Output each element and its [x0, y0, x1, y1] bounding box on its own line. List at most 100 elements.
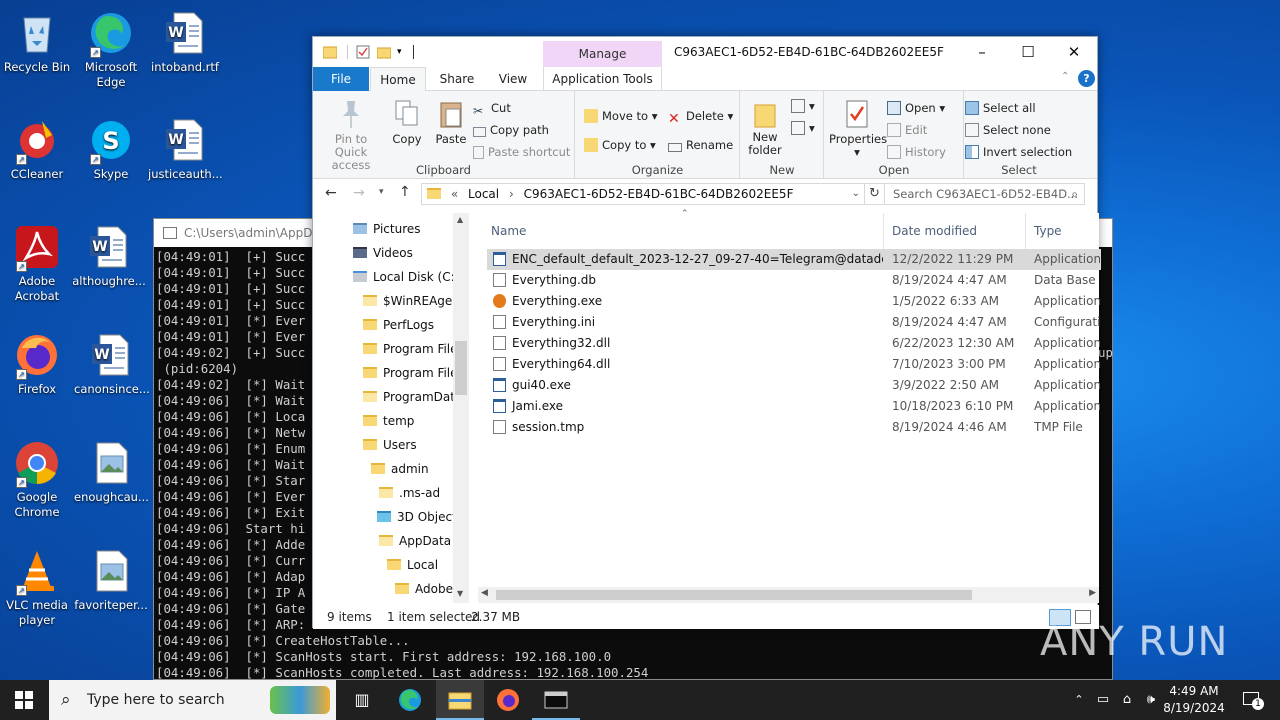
scroll-left-icon[interactable]: ◀ [481, 588, 488, 598]
paste-shortcut-button[interactable]: Paste shortcut [473, 145, 570, 159]
desktop-icon-justiceauth[interactable]: W justiceauth... [148, 117, 223, 182]
refresh-icon[interactable]: ↻ [865, 183, 885, 205]
nav-item-temp[interactable]: temp [363, 409, 414, 433]
nav-item-admin[interactable]: admin [371, 457, 429, 481]
taskbar-firefox-icon[interactable] [484, 680, 532, 720]
start-button[interactable] [0, 680, 48, 720]
edit-button[interactable]: Edit [887, 123, 927, 137]
nav-item-program-files[interactable]: Program Files [363, 337, 464, 361]
select-none-button[interactable]: Select none [965, 123, 1051, 137]
taskbar-clock[interactable]: 4:49 AM 8/19/2024 [1152, 683, 1236, 717]
copy-to-button[interactable]: Copy to ▾ [584, 138, 656, 152]
file-row[interactable]: Everything32.dll 6/22/2023 12:30 AM Applic… [487, 333, 1101, 354]
battery-icon[interactable]: ▭ [1092, 680, 1114, 720]
nav-item-3d-objects[interactable]: 3D Objects [377, 505, 463, 529]
address-overflow[interactable]: « [451, 187, 458, 201]
easy-access-button[interactable]: ▾ [791, 121, 815, 135]
copy-path-button[interactable]: Copy path [473, 123, 549, 137]
desktop-icon-acrobat[interactable]: ↗ Adobe Acrobat [0, 224, 74, 304]
new-folder-quick-icon[interactable] [376, 45, 392, 59]
move-to-button[interactable]: Move to ▾ [584, 109, 657, 123]
desktop-icon-ccleaner[interactable]: ↗ CCleaner [0, 117, 74, 182]
nav-item-ms-ad[interactable]: .ms-ad [379, 481, 440, 505]
desktop-icon-vlc[interactable]: ↗ VLC media player [0, 548, 74, 628]
task-view-icon[interactable]: ▥ [338, 680, 386, 720]
file-row[interactable]: gui40.exe 3/9/2022 2:50 AM Application [487, 375, 1101, 396]
file-row[interactable]: Everything.exe 1/5/2022 6:33 AM Applicatio… [487, 291, 1101, 312]
properties-button[interactable]: Properties ▾ [829, 99, 887, 159]
customize-quick-access-icon[interactable]: ▾ [397, 45, 411, 59]
file-list-horizontal-scrollbar[interactable]: ◀ ▶ [478, 587, 1099, 603]
tab-share[interactable]: Share [429, 67, 485, 91]
taskbar-edge-icon[interactable] [386, 680, 434, 720]
column-header-name[interactable]: Name [491, 213, 526, 249]
pin-quick-access-button[interactable]: Pin to Quick access [319, 99, 383, 172]
new-item-button[interactable]: ▾ [791, 99, 815, 113]
search-input[interactable]: Search C963AEC1-6D52-EB4D... ⌕ [884, 183, 1085, 205]
desktop-icon-althoughre[interactable]: W althoughre... [72, 224, 146, 289]
desktop-icon-chrome[interactable]: ↗ Google Chrome [0, 440, 74, 520]
copy-button[interactable]: Copy [387, 99, 427, 146]
desktop-icon-enoughcau[interactable]: enoughcau... [74, 440, 149, 505]
ribbon-collapse-icon[interactable]: ⌃ [1061, 71, 1069, 82]
breadcrumb-local[interactable]: Local [468, 187, 499, 201]
desktop-icon-canonsince[interactable]: W canonsince... [74, 332, 150, 397]
nav-item-appdata[interactable]: AppData [379, 529, 451, 553]
taskbar-explorer-icon[interactable] [436, 680, 484, 720]
up-arrow-icon[interactable]: ↑ [399, 184, 411, 200]
breadcrumb-current[interactable]: C963AEC1-6D52-EB4D-61BC-64DB2602EE5F [524, 187, 794, 201]
help-icon[interactable]: ? [1078, 70, 1095, 87]
taskbar-console-icon[interactable] [532, 680, 580, 720]
horizontal-scroll-thumb[interactable] [496, 590, 972, 600]
nav-item-local-disk[interactable]: Local Disk (C:) [353, 265, 459, 289]
file-row[interactable]: ENC_default_default_2023-12-27_09-27-40=… [487, 249, 1101, 270]
manage-tab-header[interactable]: Manage [543, 41, 662, 67]
open-button[interactable]: Open ▾ [887, 101, 945, 115]
nav-item-adobe[interactable]: Adobe [395, 577, 453, 601]
nav-item-users[interactable]: Users [363, 433, 417, 457]
desktop-icon-intoband[interactable]: W intoband.rtf [148, 10, 222, 75]
navigation-pane[interactable]: Pictures Videos Local Disk (C:) $WinREAg… [313, 213, 469, 603]
explorer-titlebar[interactable]: ▾ Manage C963AEC1-6D52-EB4D-61BC-64DB260… [313, 37, 1097, 67]
minimize-button[interactable]: – [959, 37, 1005, 67]
properties-quick-icon[interactable] [356, 45, 370, 59]
address-dropdown-icon[interactable]: ⌄ [852, 184, 860, 204]
file-row[interactable]: session.tmp 8/19/2024 4:46 AM TMP File [487, 417, 1101, 438]
network-icon[interactable]: ⌂ [1116, 680, 1138, 720]
file-row[interactable]: Everything64.dll 7/10/2023 3:00 PM Applica… [487, 354, 1101, 375]
tab-file[interactable]: File [313, 67, 369, 91]
history-button[interactable]: History [887, 145, 946, 159]
nav-item-pictures[interactable]: Pictures [353, 217, 421, 241]
file-list[interactable]: ⌃ Name Date modified Type ENC_default_de… [478, 209, 1101, 603]
show-hidden-icons-icon[interactable]: ⌃ [1068, 680, 1090, 720]
nav-pane-scrollbar[interactable]: ▲ ▼ [453, 213, 469, 603]
scroll-down-icon[interactable]: ▼ [457, 589, 463, 598]
tab-home[interactable]: Home [370, 67, 426, 91]
back-arrow-icon[interactable]: ← [325, 185, 337, 201]
new-folder-button[interactable]: New folder [745, 99, 785, 157]
tab-view[interactable]: View [485, 67, 541, 91]
scroll-right-icon[interactable]: ▶ [1089, 588, 1096, 598]
nav-scroll-thumb[interactable] [455, 341, 467, 395]
nav-item-programdata[interactable]: ProgramData [363, 385, 462, 409]
column-header-type[interactable]: Type [1025, 213, 1099, 249]
paste-button[interactable]: Paste [431, 99, 471, 146]
nav-item-program-files-x86[interactable]: Program Files [363, 361, 464, 385]
taskbar-search-box[interactable]: ⌕ Type here to search [49, 680, 336, 720]
maximize-button[interactable]: ☐ [1005, 37, 1051, 67]
file-explorer-window[interactable]: ▾ Manage C963AEC1-6D52-EB4D-61BC-64DB260… [312, 36, 1101, 629]
file-row[interactable]: Jami.exe 10/18/2023 6:10 PM Application [487, 396, 1101, 417]
invert-selection-button[interactable]: Invert selection [965, 145, 1072, 159]
rename-button[interactable]: Rename [668, 138, 733, 152]
tab-application-tools[interactable]: Application Tools [543, 67, 662, 91]
column-header-date[interactable]: Date modified [883, 213, 1025, 249]
forward-arrow-icon[interactable]: → [353, 185, 365, 201]
file-row[interactable]: Everything.db 8/19/2024 4:47 AM Data Base … [487, 270, 1101, 291]
file-row[interactable]: Everything.ini 8/19/2024 4:47 AM Configura… [487, 312, 1101, 333]
action-center-icon[interactable]: 1 [1236, 680, 1266, 720]
close-button[interactable]: ✕ [1051, 37, 1097, 67]
nav-item-perflogs[interactable]: PerfLogs [363, 313, 434, 337]
desktop-icon-favoriteper[interactable]: favoriteper... [74, 548, 148, 613]
desktop-icon-skype[interactable]: S ↗ Skype [74, 117, 148, 182]
cut-button[interactable]: ✂ Cut [473, 101, 511, 118]
